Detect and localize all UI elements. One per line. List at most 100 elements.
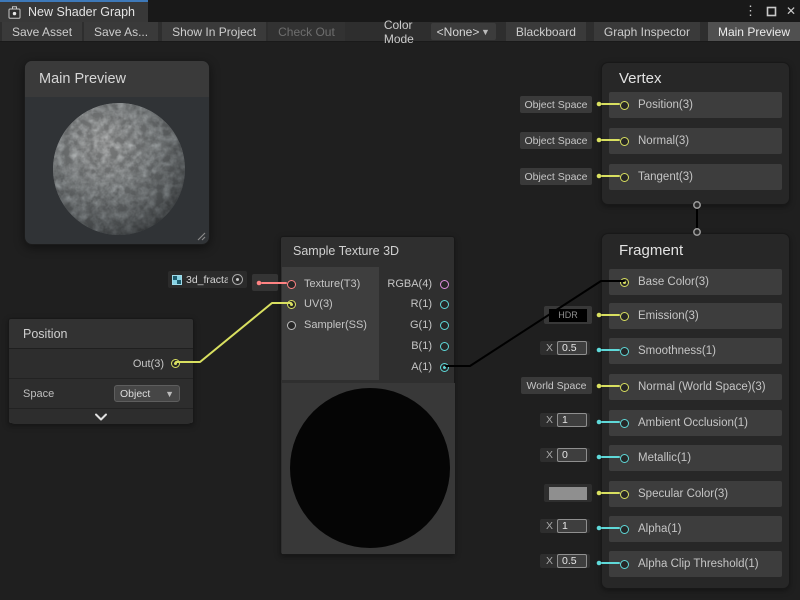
- emission-hdr-field[interactable]: HDR: [544, 306, 592, 324]
- normal-space-mode-pill[interactable]: World Space: [521, 377, 592, 394]
- metallic-value[interactable]: 0: [557, 448, 587, 462]
- texture-input-port[interactable]: [287, 280, 296, 289]
- uv-input-port[interactable]: [287, 300, 296, 309]
- slot-label: B(1): [411, 340, 432, 352]
- vertex-normal-slot: Normal(3): [609, 128, 782, 154]
- slot-label: RGBA(4): [387, 278, 432, 290]
- fragment-node[interactable]: Fragment Base Color(3) Emission(3) Smoot…: [601, 233, 790, 589]
- slot-label: Normal (World Space)(3): [638, 381, 766, 393]
- main-preview-toggle-button[interactable]: Main Preview: [708, 22, 800, 41]
- alpha-port[interactable]: [620, 525, 629, 534]
- rgba-output-port[interactable]: [440, 280, 449, 289]
- space-label: Space: [23, 388, 54, 400]
- slot-label: Ambient Occlusion(1): [638, 417, 748, 429]
- ambient-occlusion-port[interactable]: [620, 419, 629, 428]
- rgba-output-row: RGBA(4): [387, 273, 449, 295]
- slot-label: Smoothness(1): [638, 345, 716, 357]
- emission-port[interactable]: [620, 312, 629, 321]
- ambient-occlusion-value[interactable]: 1: [557, 413, 587, 427]
- edge-alpha-to-base-color[interactable]: [446, 281, 624, 366]
- main-preview-panel[interactable]: Main Preview: [24, 60, 210, 245]
- chevron-down-icon: ▼: [165, 389, 174, 399]
- smoothness-float-field[interactable]: X 0.5: [540, 341, 590, 355]
- node-preview: [282, 383, 455, 554]
- base-color-port[interactable]: [620, 278, 629, 287]
- vertex-tangent-port[interactable]: [620, 173, 629, 182]
- kebab-menu-icon[interactable]: ⋮: [744, 3, 757, 19]
- slot-label: R(1): [411, 298, 432, 310]
- tab-new-shader-graph[interactable]: New Shader Graph: [0, 0, 148, 22]
- alpha-value[interactable]: 1: [557, 519, 587, 533]
- texture-asset-field[interactable]: 3d_fractal_n: [168, 271, 247, 288]
- tangent-space-pill[interactable]: Object Space: [520, 168, 592, 185]
- out-row: Out(3): [9, 348, 193, 378]
- metallic-float-field[interactable]: X 0: [540, 448, 590, 462]
- smoothness-port[interactable]: [620, 347, 629, 356]
- alpha-clip-value[interactable]: 0.5: [557, 554, 587, 568]
- fragment-node-title: Fragment: [619, 242, 683, 259]
- slot-label: Base Color(3): [638, 276, 709, 288]
- graph-inspector-toggle-button[interactable]: Graph Inspector: [594, 22, 700, 41]
- slot-label: Emission(3): [638, 310, 699, 322]
- x-label: X: [543, 555, 553, 567]
- alpha-float-field[interactable]: X 1: [540, 519, 590, 533]
- color-mode-value: <None>: [437, 25, 480, 39]
- normal-ws-port[interactable]: [620, 383, 629, 392]
- specular-color-port[interactable]: [620, 490, 629, 499]
- a-output-port[interactable]: [440, 363, 449, 372]
- close-icon[interactable]: ✕: [786, 4, 796, 18]
- collapse-control[interactable]: [9, 408, 193, 424]
- resize-handle[interactable]: [197, 232, 206, 241]
- position-out-port[interactable]: [171, 359, 180, 368]
- color-mode-label: Color Mode: [384, 22, 423, 41]
- specular-color-swatch[interactable]: [549, 487, 587, 500]
- space-row: Space Object ▼: [9, 378, 193, 408]
- show-in-project-button[interactable]: Show In Project: [162, 22, 266, 41]
- tab-title: New Shader Graph: [28, 5, 135, 19]
- metallic-port[interactable]: [620, 454, 629, 463]
- window-controls: ⋮ ✕: [744, 0, 796, 22]
- base-color-slot: Base Color(3): [609, 269, 782, 295]
- vertex-position-slot: Position(3): [609, 92, 782, 118]
- maximize-icon[interactable]: [766, 6, 777, 17]
- slot-label: Specular Color(3): [638, 488, 728, 500]
- smoothness-value[interactable]: 0.5: [557, 341, 587, 355]
- vertex-fragment-link: [694, 202, 700, 235]
- ambient-occlusion-float-field[interactable]: X 1: [540, 413, 590, 427]
- specular-color-field[interactable]: [544, 484, 592, 502]
- position-node[interactable]: Position Out(3) Space Object ▼: [8, 318, 194, 424]
- save-asset-button[interactable]: Save Asset: [2, 22, 82, 41]
- space-value: Object: [120, 388, 150, 400]
- ambient-occlusion-slot: Ambient Occlusion(1): [609, 410, 782, 436]
- normal-space-pill[interactable]: Object Space: [520, 132, 592, 149]
- b-output-port[interactable]: [440, 342, 449, 351]
- r-output-port[interactable]: [440, 300, 449, 309]
- g-output-port[interactable]: [440, 321, 449, 330]
- alpha-clip-slot: Alpha Clip Threshold(1): [609, 551, 782, 577]
- alpha-slot: Alpha(1): [609, 516, 782, 542]
- r-output-row: R(1): [411, 293, 449, 315]
- vertex-position-port[interactable]: [620, 101, 629, 110]
- save-as-button[interactable]: Save As...: [84, 22, 158, 41]
- space-dropdown[interactable]: Object ▼: [114, 385, 180, 402]
- sample-texture-3d-node[interactable]: Sample Texture 3D Texture(T3) UV(3) Samp…: [280, 236, 455, 555]
- texture-input-row: Texture(T3): [287, 273, 360, 295]
- slot-label: Sampler(SS): [304, 319, 367, 331]
- texture-connector-well: [252, 274, 278, 291]
- hdr-color-swatch[interactable]: HDR: [549, 309, 587, 322]
- slot-label: G(1): [410, 319, 432, 331]
- object-picker-icon[interactable]: [232, 274, 243, 285]
- x-label: X: [543, 449, 553, 461]
- alpha-clip-port[interactable]: [620, 560, 629, 569]
- position-space-pill[interactable]: Object Space: [520, 96, 592, 113]
- x-label: X: [543, 342, 553, 354]
- vertex-normal-port[interactable]: [620, 137, 629, 146]
- slot-label: Normal(3): [638, 135, 689, 147]
- alpha-clip-float-field[interactable]: X 0.5: [540, 554, 590, 568]
- blackboard-toggle-button[interactable]: Blackboard: [506, 22, 586, 41]
- vertex-node[interactable]: Vertex Position(3) Normal(3) Tangent(3): [601, 62, 790, 205]
- vertex-node-title: Vertex: [619, 70, 662, 87]
- sampler-input-port[interactable]: [287, 321, 296, 330]
- main-preview-header[interactable]: Main Preview: [25, 61, 209, 97]
- color-mode-dropdown[interactable]: <None> ▼: [431, 23, 496, 40]
